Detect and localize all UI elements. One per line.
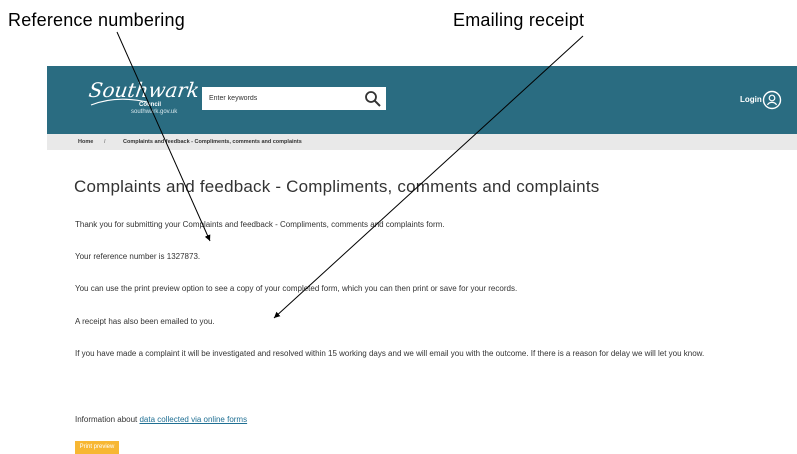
search-input[interactable] xyxy=(202,87,352,110)
login-label: Login xyxy=(740,95,762,104)
thanks-message: Thank you for submitting your Complaints… xyxy=(75,220,445,229)
breadcrumb-home-link[interactable]: Home xyxy=(78,139,93,145)
data-info-prefix: Information about xyxy=(75,415,140,424)
user-icon xyxy=(762,90,782,110)
annotation-emailing-receipt: Emailing receipt xyxy=(453,10,585,30)
data-info-line: Information about data collected via onl… xyxy=(75,412,247,427)
search-box xyxy=(202,87,386,110)
council-logo[interactable]: Southwark Council southwark.gov.uk xyxy=(87,78,201,122)
reference-number-text: Your reference number is 1327873. xyxy=(75,252,201,261)
logo-url-text: southwark.gov.uk xyxy=(131,109,178,115)
breadcrumb-separator: / xyxy=(104,139,106,145)
complaint-info: If you have made a complaint it will be … xyxy=(75,349,705,358)
annotation-reference-numbering: Reference numbering xyxy=(8,10,185,30)
breadcrumb: Home / Complaints and feedback - Complim… xyxy=(47,134,797,150)
search-icon[interactable] xyxy=(364,90,382,108)
page-title: Complaints and feedback - Compliments, c… xyxy=(74,177,600,196)
receipt-emailed-text: A receipt has also been emailed to you. xyxy=(75,317,215,326)
breadcrumb-current: Complaints and feedback - Compliments, c… xyxy=(123,139,302,145)
site-header: Southwark Council southwark.gov.uk Login xyxy=(47,66,797,134)
print-preview-info: You can use the print preview option to … xyxy=(75,284,518,293)
print-preview-button[interactable]: Print preview xyxy=(75,441,119,454)
council-webpage: Southwark Council southwark.gov.uk Login xyxy=(47,66,797,454)
data-collected-link[interactable]: data collected via online forms xyxy=(139,415,247,424)
logo-council-text: Council xyxy=(139,102,161,108)
